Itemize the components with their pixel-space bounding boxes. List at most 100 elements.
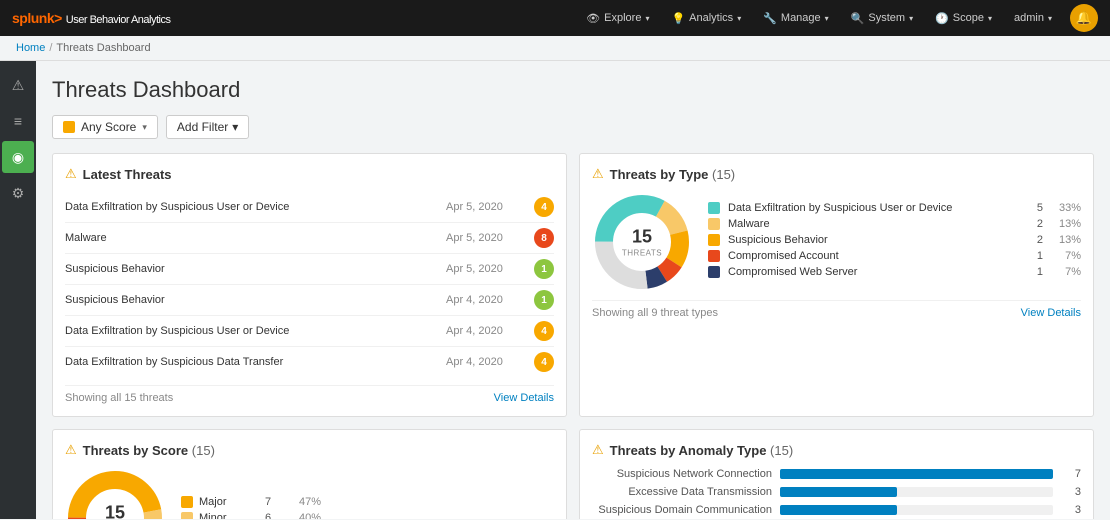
sidebar: ⚠ ≡ ◉ ⚙ [0, 61, 36, 519]
legend-item: Malware 2 13% [708, 218, 1081, 230]
warning-icon: ⚠ [65, 442, 77, 458]
latest-threats-footer: Showing all 15 threats View Details [65, 385, 554, 404]
list-item[interactable]: Suspicious Behavior Apr 4, 2020 1 [65, 285, 554, 316]
donut-label: 15 THREATS [95, 502, 135, 519]
threats-by-type-panel: ⚠ Threats by Type (15) 1 5 [579, 153, 1094, 417]
bar-fill [780, 487, 897, 497]
bar-fill [780, 505, 897, 515]
bar-label: Excessive Data Transmission [592, 486, 772, 498]
threat-name: Suspicious Behavior [65, 263, 438, 275]
threats-by-type-footer: Showing all 9 threat types View Details [592, 300, 1081, 319]
score-filter-button[interactable]: Any Score ▾ [52, 115, 158, 139]
bar-count: 3 [1061, 486, 1081, 498]
warning-icon: ⚠ [65, 166, 77, 182]
legend-color [708, 202, 720, 214]
chevron-down-icon: ▾ [142, 122, 147, 133]
bar-track [780, 469, 1053, 479]
threats-by-anomaly-header: ⚠ Threats by Anomaly Type (15) [592, 442, 1081, 458]
chevron-down-icon: ▾ [1048, 14, 1052, 23]
nav-explore[interactable]: 👁 Explore ▾ [576, 8, 659, 29]
nav-system[interactable]: 🔍 System ▾ [841, 8, 923, 29]
threat-score-badge: 4 [534, 352, 554, 372]
splunk-logo: splunk>User Behavior Analytics [12, 10, 170, 26]
legend-item: Minor 6 40% [181, 512, 321, 519]
threats-by-type-count: Showing all 9 threat types [592, 307, 718, 319]
list-item[interactable]: Malware Apr 5, 2020 8 [65, 223, 554, 254]
list-item: Excessive Data Transmission 3 [592, 486, 1081, 498]
legend-pct: 7% [1051, 266, 1081, 278]
nav-analytics[interactable]: 💡 Analytics ▾ [661, 8, 751, 29]
notification-bell[interactable]: 🔔 [1070, 4, 1098, 32]
bar-count: 7 [1061, 468, 1081, 480]
score-count: 7 [265, 496, 285, 508]
legend-item: Suspicious Behavior 2 13% [708, 234, 1081, 246]
sidebar-alert-icon[interactable]: ⚠ [2, 69, 34, 101]
threats-by-type-donut: 15 THREATS [592, 192, 692, 292]
nav-scope[interactable]: 🕐 Scope ▾ [925, 8, 1002, 29]
legend-pct: 13% [1051, 218, 1081, 230]
legend-count: 5 [1023, 202, 1043, 214]
app-name: User Behavior Analytics [66, 14, 171, 26]
threats-by-type-title: Threats by Type (15) [610, 167, 735, 182]
list-item[interactable]: Suspicious Behavior Apr 5, 2020 1 [65, 254, 554, 285]
list-item[interactable]: Data Exfiltration by Suspicious User or … [65, 192, 554, 223]
legend-name: Compromised Account [728, 250, 1015, 262]
threats-by-type-view-details[interactable]: View Details [1021, 307, 1081, 319]
legend-color [708, 250, 720, 262]
latest-threats-title: Latest Threats [83, 167, 172, 182]
threat-date: Apr 5, 2020 [446, 232, 526, 244]
chevron-down-icon: ▾ [737, 14, 741, 23]
list-item: Suspicious Network Connection 7 [592, 468, 1081, 480]
sidebar-dashboard-icon[interactable]: ◉ [2, 141, 34, 173]
threats-by-score-title: Threats by Score (15) [83, 443, 215, 458]
nav-admin[interactable]: admin ▾ [1004, 8, 1062, 28]
latest-threats-panel: ⚠ Latest Threats Data Exfiltration by Su… [52, 153, 567, 417]
bar-label: Suspicious Domain Communication [592, 504, 772, 516]
bar-track [780, 487, 1053, 497]
legend-color [708, 234, 720, 246]
legend-count: 1 [1023, 250, 1043, 262]
legend-name: Suspicious Behavior [728, 234, 1015, 246]
threat-name: Suspicious Behavior [65, 294, 438, 306]
threats-by-type-legend: Data Exfiltration by Suspicious User or … [708, 202, 1081, 282]
add-filter-label: Add Filter [177, 120, 228, 134]
threat-score-badge: 4 [534, 321, 554, 341]
legend-name: Malware [728, 218, 1015, 230]
threat-score-badge: 1 [534, 290, 554, 310]
score-filter-label: Any Score [81, 120, 136, 134]
legend-count: 2 [1023, 234, 1043, 246]
bar-count: 3 [1061, 504, 1081, 516]
bar-label: Suspicious Network Connection [592, 468, 772, 480]
score-color-dot [181, 496, 193, 508]
breadcrumb-home[interactable]: Home [16, 42, 45, 54]
list-item[interactable]: Data Exfiltration by Suspicious Data Tra… [65, 347, 554, 377]
warning-icon: ⚠ [592, 442, 604, 458]
nav-manage[interactable]: 🔧 Manage ▾ [753, 8, 838, 29]
add-filter-button[interactable]: Add Filter ▾ [166, 115, 249, 139]
breadcrumb-current: Threats Dashboard [56, 42, 150, 54]
sidebar-list-icon[interactable]: ≡ [2, 105, 34, 137]
legend-pct: 7% [1051, 250, 1081, 262]
threat-name: Data Exfiltration by Suspicious User or … [65, 201, 438, 213]
latest-threats-header: ⚠ Latest Threats [65, 166, 554, 182]
list-item[interactable]: Data Exfiltration by Suspicious User or … [65, 316, 554, 347]
threats-by-anomaly-panel: ⚠ Threats by Anomaly Type (15) Suspiciou… [579, 429, 1094, 519]
threat-name: Data Exfiltration by Suspicious Data Tra… [65, 356, 438, 368]
threat-score-badge: 1 [534, 259, 554, 279]
donut-label: 15 THREATS [622, 226, 662, 257]
chevron-down-icon: ▾ [988, 14, 992, 23]
legend-pct: 33% [1051, 202, 1081, 214]
threat-name: Malware [65, 232, 438, 244]
threats-by-type-header: ⚠ Threats by Type (15) [592, 166, 1081, 182]
legend-color [708, 266, 720, 278]
threat-name: Data Exfiltration by Suspicious User or … [65, 325, 438, 337]
sidebar-settings-icon[interactable]: ⚙ [2, 177, 34, 209]
threat-rows: Data Exfiltration by Suspicious User or … [65, 192, 554, 377]
threats-by-score-header: ⚠ Threats by Score (15) [65, 442, 554, 458]
legend-pct: 13% [1051, 234, 1081, 246]
score-color-dot [181, 512, 193, 519]
latest-threats-view-details[interactable]: View Details [494, 392, 554, 404]
score-color-dot [63, 121, 75, 133]
list-item: Suspicious Domain Communication 3 [592, 504, 1081, 516]
bar-track [780, 505, 1053, 515]
